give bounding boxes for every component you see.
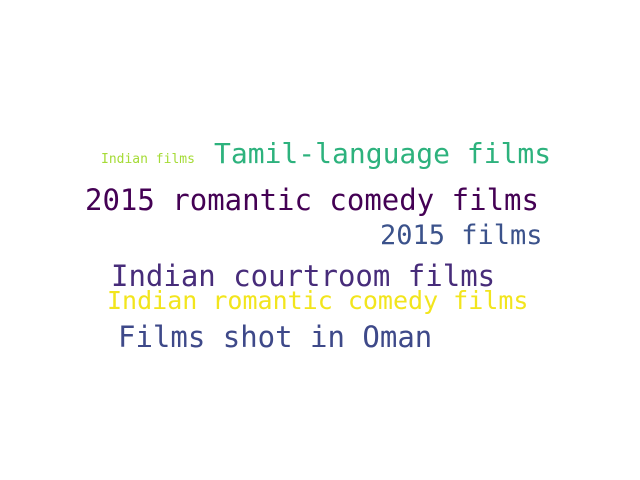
word-cloud: Indian films Tamil-language films 2015 r…	[0, 0, 640, 480]
word-tamil-language-films: Tamil-language films	[214, 137, 552, 170]
word-2015-romantic-comedy-films: 2015 romantic comedy films	[85, 183, 539, 217]
word-indian-romantic-comedy-films: Indian romantic comedy films	[107, 286, 529, 315]
word-films-shot-in-oman: Films shot in Oman	[118, 320, 433, 354]
word-2015-films: 2015 films	[380, 220, 543, 251]
word-indian-films: Indian films	[101, 152, 195, 167]
